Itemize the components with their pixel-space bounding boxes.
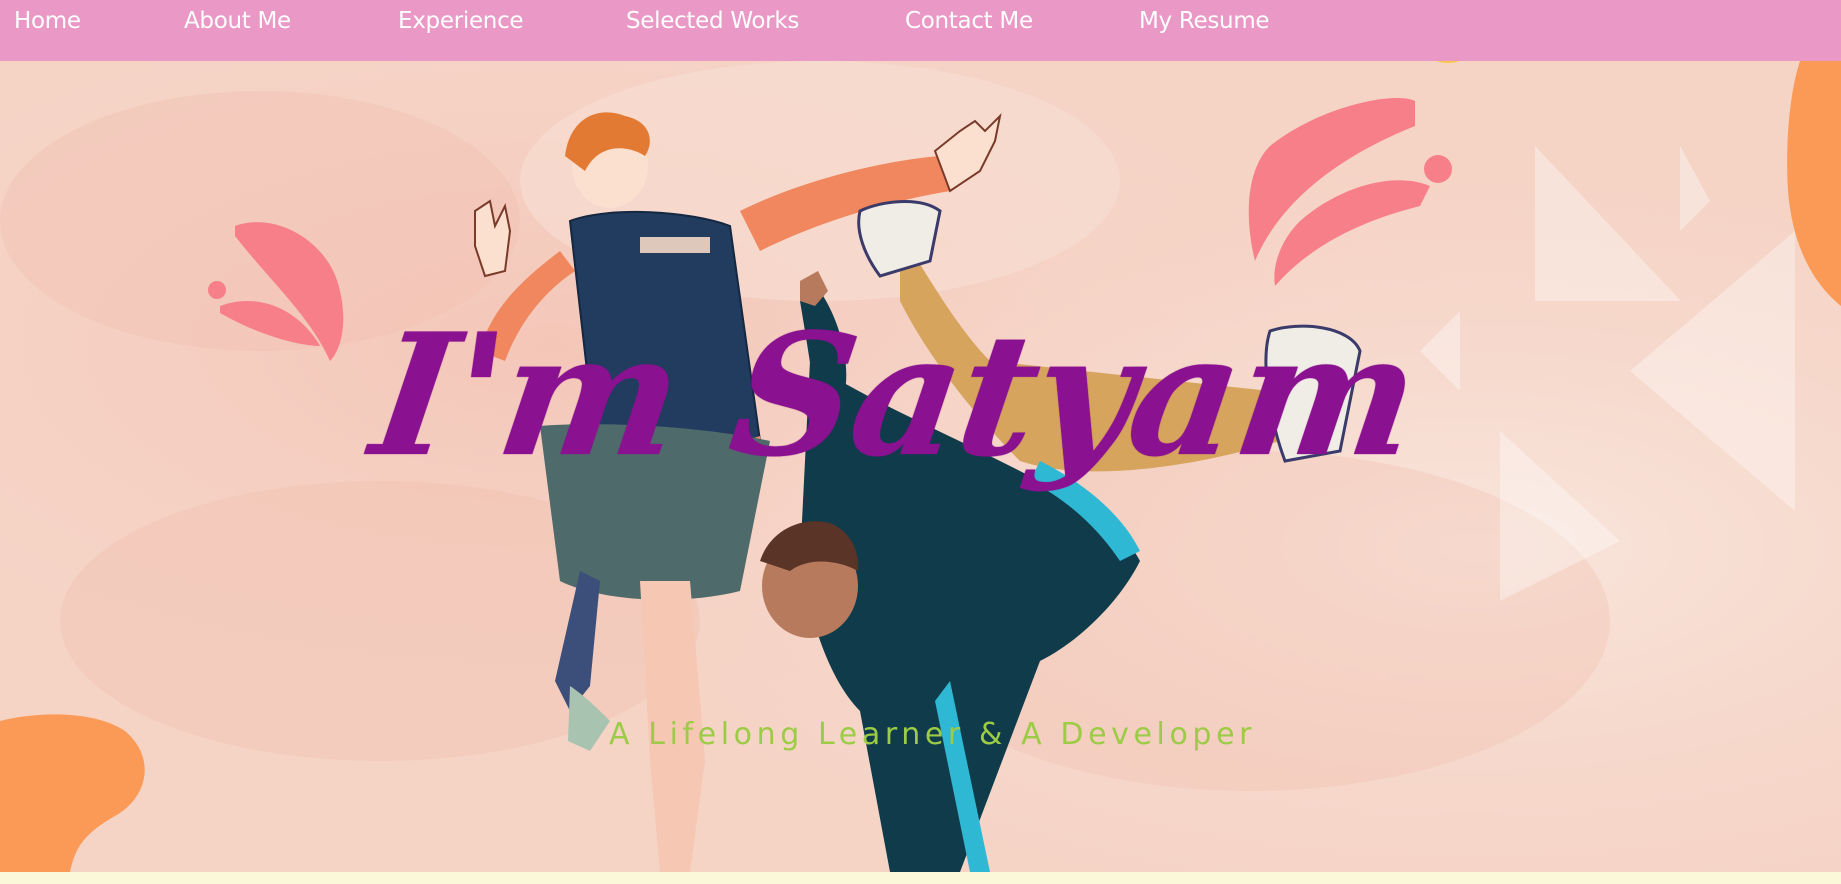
top-navbar: Home About Me Experience Selected Works … [0, 0, 1841, 61]
bottom-strip [0, 872, 1841, 884]
nav-link-experience[interactable]: Experience [398, 8, 524, 34]
nav-link-my-resume[interactable]: My Resume [1139, 8, 1270, 34]
nav-link-home[interactable]: Home [14, 8, 81, 34]
portfolio-page: Home About Me Experience Selected Works … [0, 0, 1841, 884]
nav-link-about-me[interactable]: About Me [184, 8, 291, 34]
hero-title: I'm Satyam [362, 296, 1429, 494]
hero-subtitle: A Lifelong Learner & A Developer [609, 717, 1257, 752]
nav-link-contact-me[interactable]: Contact Me [905, 8, 1033, 34]
nav-link-selected-works[interactable]: Selected Works [626, 8, 799, 34]
hero-section: I'm Satyam A Lifelong Learner & A Develo… [0, 61, 1841, 872]
